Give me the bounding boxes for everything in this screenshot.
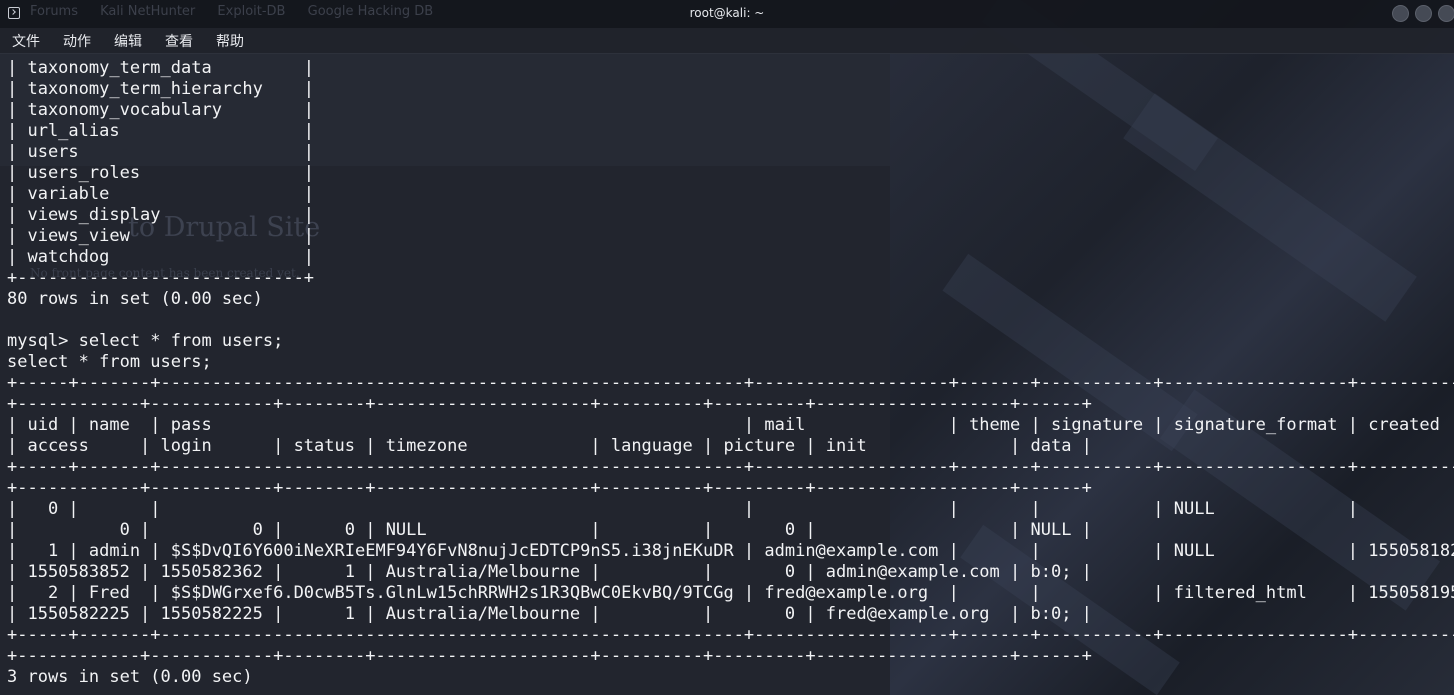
minimize-button[interactable] <box>1392 5 1409 22</box>
terminal-line: | 1550582225 | 1550582225 | 1 | Australi… <box>7 604 1092 624</box>
menu-edit[interactable]: 编辑 <box>110 29 146 53</box>
terminal-line: 3 rows in set (0.00 sec) <box>7 667 253 687</box>
terminal-line: 80 rows in set (0.00 sec) <box>7 289 263 309</box>
terminal-window: to Drupal Site No front page content has… <box>0 0 1454 695</box>
terminal-line: | 0 | | | | | | NULL | 0 <box>7 499 1454 519</box>
menu-view[interactable]: 查看 <box>161 29 197 53</box>
terminal-line: +------------+------------+--------+----… <box>7 646 1092 666</box>
terminal-line: | 1 | admin | $S$DvQI6Y600iNeXRIeEMF94Y6… <box>7 541 1454 561</box>
terminal-line: select * from users; <box>7 352 212 372</box>
terminal-output[interactable]: | taxonomy_term_data | | taxonomy_term_hi… <box>0 56 1454 695</box>
terminal-line: | 1550583852 | 1550582362 | 1 | Australi… <box>7 562 1092 582</box>
terminal-line: | access | login | status | timezone | l… <box>7 436 1092 456</box>
menu-action[interactable]: 动作 <box>59 29 95 53</box>
terminal-line: | 0 | 0 | 0 | NULL | | 0 | | NULL | <box>7 520 1092 540</box>
menu-bar: 文件 动作 编辑 查看 帮助 <box>0 28 1454 54</box>
terminal-line: | taxonomy_term_data | <box>7 58 315 78</box>
title-bar: Forums Kali NetHunter Exploit-DB Google … <box>0 0 1454 28</box>
terminal-line: +------------+------------+--------+----… <box>7 394 1092 414</box>
menu-help[interactable]: 帮助 <box>212 29 248 53</box>
window-title: root@kali: ~ <box>689 6 765 20</box>
terminal-line: | uid | name | pass | mail | theme | sig… <box>7 415 1440 435</box>
terminal-line: | users | <box>7 142 315 162</box>
terminal-line: | watchdog | <box>7 247 315 267</box>
terminal-line: +-----+-------+-------------------------… <box>7 373 1454 393</box>
terminal-line: | views_view | <box>7 226 315 246</box>
terminal-line: +-----+-------+-------------------------… <box>7 625 1454 645</box>
menu-file[interactable]: 文件 <box>8 29 44 53</box>
terminal-line: | users_roles | <box>7 163 315 183</box>
terminal-line: mysql> select * from users; <box>7 331 284 351</box>
terminal-line: | variable | <box>7 184 315 204</box>
terminal-line: +------------+------------+--------+----… <box>7 478 1092 498</box>
maximize-button[interactable] <box>1415 5 1432 22</box>
terminal-line: +----------------------------+ <box>7 268 315 288</box>
terminal-line: | taxonomy_vocabulary | <box>7 100 315 120</box>
terminal-line: | 2 | Fred | $S$DWGrxef6.D0cwB5Ts.GlnLw1… <box>7 583 1454 603</box>
terminal-line: +-----+-------+-------------------------… <box>7 457 1454 477</box>
terminal-line: | url_alias | <box>7 121 315 141</box>
terminal-line: | views_display | <box>7 205 315 225</box>
close-button[interactable] <box>1438 5 1454 22</box>
terminal-line: | taxonomy_term_hierarchy | <box>7 79 315 99</box>
